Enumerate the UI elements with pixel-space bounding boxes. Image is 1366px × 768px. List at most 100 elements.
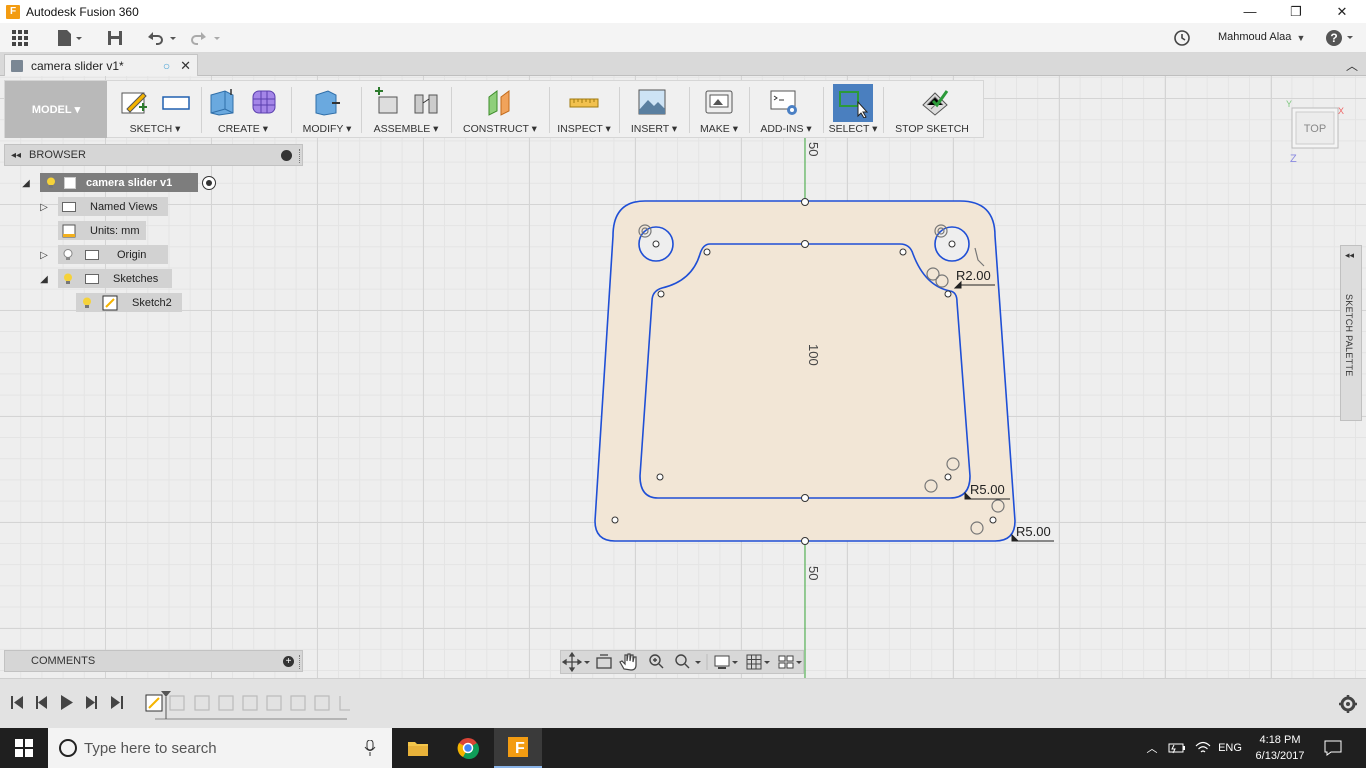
play-icon[interactable] xyxy=(61,695,73,710)
inspect-group[interactable]: INSPECT ▾ xyxy=(551,81,617,138)
select-group[interactable]: SELECT ▾ xyxy=(825,81,881,138)
data-panel-grid-icon[interactable] xyxy=(8,27,32,49)
tree-item-sketches[interactable]: Sketches xyxy=(58,269,172,288)
offset-plane-icon xyxy=(488,90,510,116)
document-tab[interactable]: camera slider v1* ○ ✕ xyxy=(4,54,198,76)
tree-item-sketch2[interactable]: Sketch2 xyxy=(76,293,182,312)
construct-group[interactable]: CONSTRUCT ▾ xyxy=(453,81,547,138)
press-pull-icon xyxy=(315,90,340,116)
comments-resize-handle[interactable] xyxy=(299,655,300,669)
sketches-label: Sketches xyxy=(113,272,159,285)
timeline-feature-sketch-icon[interactable] xyxy=(145,694,163,712)
dim-radius-r5-inner[interactable]: R5.00 xyxy=(970,482,1005,497)
minimize-button[interactable]: — xyxy=(1227,0,1273,23)
add-ins-menu-label: ADD-INS ▾ xyxy=(760,123,812,135)
joint-icon xyxy=(414,94,438,114)
dim-height-100[interactable]: 100 xyxy=(806,344,821,366)
save-icon[interactable] xyxy=(104,27,126,49)
user-menu-chevron-icon[interactable]: ▼ xyxy=(1296,27,1306,49)
viewcube[interactable]: Y X Z TOP xyxy=(1280,99,1350,166)
tree-root-expand-arrow[interactable]: ◢ xyxy=(20,177,32,189)
new-component-icon xyxy=(375,87,398,114)
undo-icon[interactable] xyxy=(144,27,178,49)
measure-icon xyxy=(569,98,599,108)
language-indicator[interactable]: ENG xyxy=(1216,728,1244,768)
create-sketch-icon xyxy=(121,92,147,114)
visibility-bulb-icon[interactable] xyxy=(63,273,73,285)
activate-component-icon[interactable] xyxy=(202,176,216,190)
visibility-bulb-icon[interactable] xyxy=(46,177,56,189)
go-to-end-icon[interactable] xyxy=(111,696,123,709)
start-button[interactable] xyxy=(0,728,48,768)
dim-radius-r2[interactable]: R2.00 xyxy=(956,268,991,283)
close-tab-icon[interactable]: ✕ xyxy=(180,58,191,74)
step-forward-icon[interactable] xyxy=(86,696,97,709)
timeline-feature-icons xyxy=(169,695,350,711)
dim-radius-r5-outer[interactable]: R5.00 xyxy=(1016,524,1051,539)
dim-bottom-50[interactable]: 50 xyxy=(806,566,821,580)
comments-title: COMMENTS xyxy=(31,655,96,667)
fusion-taskbar-icon[interactable]: F xyxy=(494,728,542,768)
browser-panel-header[interactable]: ◂◂ BROWSER xyxy=(4,144,303,166)
close-window-button[interactable]: ✕ xyxy=(1319,0,1365,23)
chrome-taskbar-icon[interactable] xyxy=(444,728,492,768)
sketch-palette-tab[interactable]: ◂◂ SKETCH PALETTE xyxy=(1340,245,1362,421)
create-group[interactable]: CREATE ▾ xyxy=(203,81,283,138)
user-account-menu[interactable]: Mahmoud Alaa xyxy=(1218,31,1291,43)
redo-icon[interactable] xyxy=(188,27,222,49)
construct-menu-label: CONSTRUCT ▾ xyxy=(463,123,537,135)
visibility-bulb-icon[interactable] xyxy=(82,297,92,309)
taskbar-clock[interactable]: 4:18 PM 6/13/2017 xyxy=(1248,732,1312,764)
modify-group[interactable]: MODIFY ▾ xyxy=(295,81,359,138)
taskbar-search-box[interactable]: Type here to search xyxy=(48,728,392,768)
help-icon[interactable]: ? xyxy=(1322,27,1358,49)
form-icon xyxy=(252,90,276,114)
sketches-expand-arrow[interactable]: ◢ xyxy=(38,273,50,285)
browser-resize-handle[interactable] xyxy=(299,149,300,163)
comments-panel-header[interactable]: COMMENTS + xyxy=(4,650,303,672)
svg-text:F: F xyxy=(515,740,525,757)
file-explorer-taskbar-icon[interactable] xyxy=(394,728,442,768)
origin-expand-arrow[interactable]: ▷ xyxy=(38,249,50,261)
add-comment-icon[interactable]: + xyxy=(283,656,294,667)
visibility-bulb-off-icon[interactable] xyxy=(63,248,73,261)
fusion-logo-icon: F xyxy=(6,4,20,19)
sketch-group[interactable]: SKETCH ▾ xyxy=(111,81,199,138)
add-ins-group[interactable]: ADD-INS ▾ xyxy=(751,81,821,138)
clock-date: 6/13/2017 xyxy=(1255,750,1305,762)
go-to-start-icon[interactable] xyxy=(11,696,23,709)
tree-item-units[interactable]: Units: mm xyxy=(58,221,146,240)
make-group[interactable]: MAKE ▾ xyxy=(691,81,747,138)
browser-collapse-icon[interactable]: ◂◂ xyxy=(11,150,21,161)
maximize-button[interactable]: ❐ xyxy=(1273,0,1319,23)
dim-top-50[interactable]: 50 xyxy=(806,142,821,156)
select-arrow-icon xyxy=(839,91,868,118)
sketch-menu-label: SKETCH ▾ xyxy=(129,123,181,135)
sketch-drawing[interactable]: 50 100 50 R2.00 R5.00 R5.00 xyxy=(0,76,1366,678)
wifi-icon[interactable] xyxy=(1192,728,1214,768)
graphics-canvas[interactable]: 50 100 50 R2.00 R5.00 R5.00 xyxy=(0,76,1366,678)
tree-root-item[interactable]: camera slider v1 xyxy=(40,173,198,192)
stop-sketch-button[interactable]: STOP SKETCH xyxy=(887,81,977,138)
timeline-settings-gear-icon[interactable] xyxy=(1339,695,1357,713)
collapse-tab-bar-icon[interactable]: ︿ xyxy=(1346,57,1358,74)
power-battery-icon[interactable] xyxy=(1166,728,1188,768)
viewcube-top-face[interactable]: TOP xyxy=(1304,123,1326,135)
step-back-icon[interactable] xyxy=(36,696,47,709)
workspace-switcher[interactable]: MODEL ▾ xyxy=(5,81,107,138)
stop-sketch-label: STOP SKETCH xyxy=(895,123,969,135)
named-views-expand-arrow[interactable]: ▷ xyxy=(38,201,50,213)
navigation-bar xyxy=(560,650,804,674)
file-menu-icon[interactable] xyxy=(54,27,84,49)
pan-hand-icon xyxy=(619,653,637,671)
show-hidden-icons-chevron[interactable]: ︿ xyxy=(1144,728,1160,768)
folder-icon xyxy=(62,201,76,212)
insert-group[interactable]: INSERT ▾ xyxy=(621,81,687,138)
palette-expand-icon[interactable]: ◂◂ xyxy=(1345,250,1354,261)
assemble-group[interactable]: ASSEMBLE ▾ xyxy=(363,81,449,138)
tree-item-named-views[interactable]: Named Views xyxy=(58,197,168,216)
tree-item-origin[interactable]: Origin xyxy=(58,245,168,264)
action-center-icon[interactable] xyxy=(1318,728,1348,768)
browser-minimize-icon[interactable] xyxy=(281,150,292,161)
job-status-clock-icon[interactable] xyxy=(1170,27,1194,49)
